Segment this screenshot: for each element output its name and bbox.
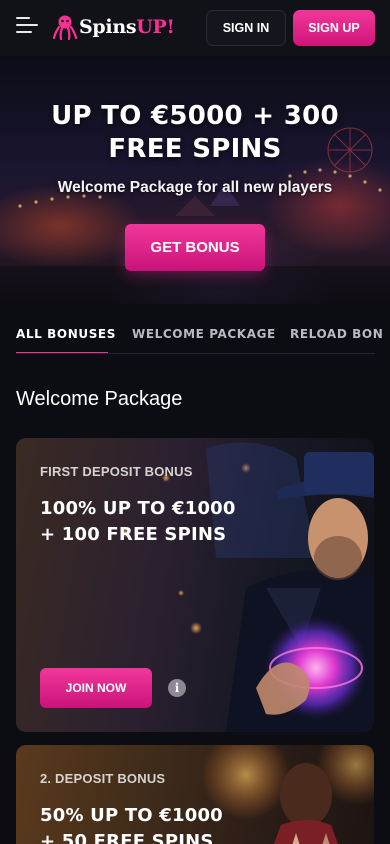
join-now-button[interactable]: JOIN NOW	[40, 668, 152, 708]
bonus-tabs: ALL BONUSES WELCOME PACKAGE RELOAD BON	[0, 318, 390, 358]
tabs-divider	[16, 353, 375, 354]
card-title-line1: 100% UP TO €1000	[40, 498, 236, 519]
hero-title: UP TO €5000 + 300 FREE SPINS	[0, 100, 390, 166]
card-title: 100% UP TO €1000 + 100 FREE SPINS	[40, 496, 236, 548]
hamburger-menu-icon[interactable]	[16, 17, 38, 37]
tab-all-bonuses[interactable]: ALL BONUSES	[16, 327, 116, 341]
card-title-line2: + 50 FREE SPINS	[40, 831, 214, 844]
hero-title-line1: UP TO €5000 + 300	[51, 101, 339, 131]
card-title-line1: 50% UP TO €1000	[40, 805, 223, 826]
card-label: FIRST DEPOSIT BONUS	[40, 464, 193, 479]
tab-welcome-package[interactable]: WELCOME PACKAGE	[132, 327, 276, 341]
bonus-card-first-deposit[interactable]: FIRST DEPOSIT BONUS 100% UP TO €1000 + 1…	[16, 438, 374, 732]
card-title: 50% UP TO €1000 + 50 FREE SPINS	[40, 803, 223, 844]
section-title: Welcome Package	[16, 388, 183, 410]
hero-banner: UP TO €5000 + 300 FREE SPINS Welcome Pac…	[0, 56, 390, 304]
info-icon[interactable]: i	[168, 679, 186, 697]
card-title-line2: + 100 FREE SPINS	[40, 524, 227, 545]
logo-text: SpinsUP!	[79, 16, 175, 38]
hero-subtitle: Welcome Package for all new players	[57, 179, 333, 196]
sign-in-button[interactable]: SIGN IN	[206, 10, 286, 46]
bonus-card-second-deposit[interactable]: 2. DEPOSIT BONUS 50% UP TO €1000 + 50 FR…	[16, 745, 374, 844]
sign-up-button[interactable]: SIGN UP	[293, 10, 375, 46]
hero-title-line2: FREE SPINS	[108, 134, 282, 164]
top-header: SpinsUP! SIGN IN SIGN UP	[0, 0, 390, 56]
site-logo[interactable]: SpinsUP!	[52, 12, 175, 42]
card-label: 2. DEPOSIT BONUS	[40, 771, 166, 786]
tab-reload-bonus[interactable]: RELOAD BON	[290, 327, 383, 341]
get-bonus-button[interactable]: GET BONUS	[125, 224, 265, 271]
octopus-logo-icon	[52, 15, 78, 41]
